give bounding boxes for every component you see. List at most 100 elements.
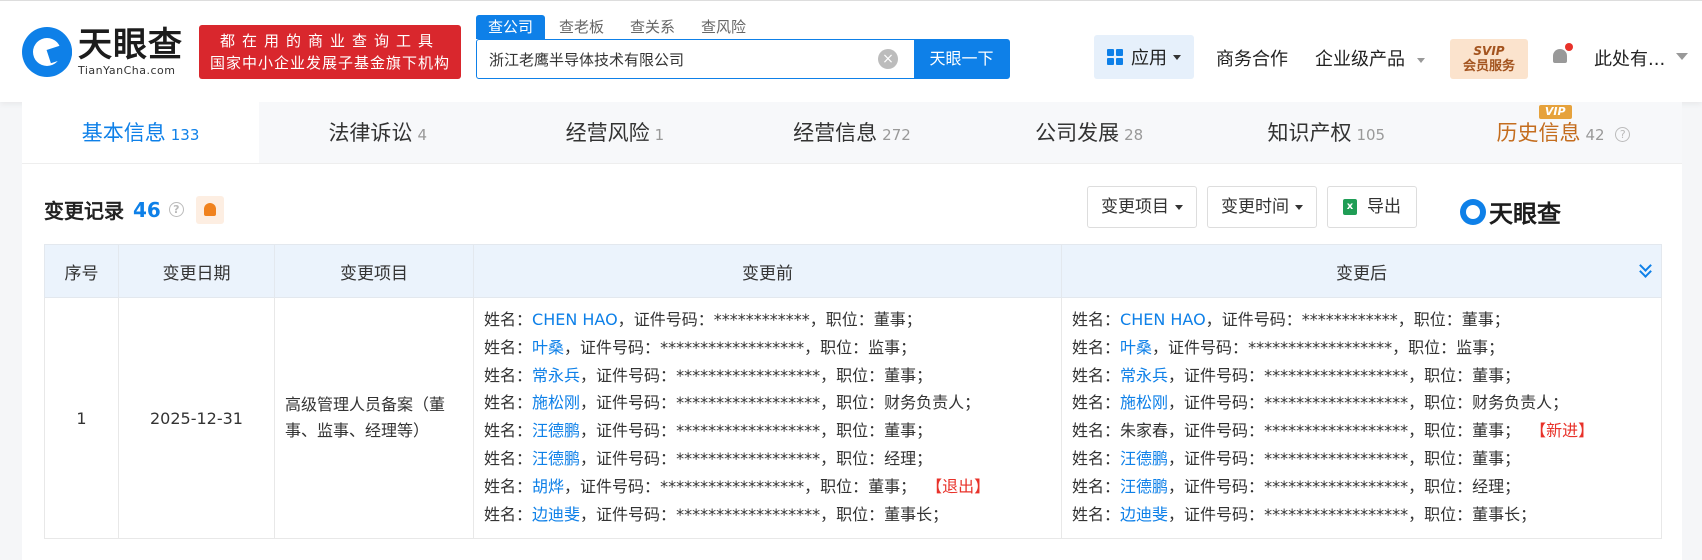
user-menu[interactable]: 此处有... <box>1594 45 1665 71</box>
id-label: 证件号码： <box>1168 337 1249 357</box>
position-label: 职位： <box>836 365 885 385</box>
tab-development[interactable]: 公司发展 28 <box>971 102 1208 163</box>
position-value: 监事 <box>868 337 901 357</box>
person-name-link[interactable]: 施松刚 <box>1120 393 1168 412</box>
person-name-link[interactable]: 施松刚 <box>532 393 580 412</box>
name-label: 姓名： <box>484 421 533 441</box>
person-name-link[interactable]: CHEN HAO <box>532 310 618 329</box>
person-name-link[interactable]: 叶桑 <box>1120 338 1152 357</box>
person-entry: 姓名：CHEN HAO，证件号码：************，职位：董事； <box>1072 310 1510 329</box>
expand-icon[interactable] <box>1639 259 1653 278</box>
business-cooperation-link[interactable]: 商务合作 <box>1216 45 1288 71</box>
enterprise-products-menu[interactable]: 企业级产品 <box>1315 45 1425 71</box>
position-label: 职位： <box>836 393 885 413</box>
person-name-link[interactable]: 汪德鹏 <box>532 421 580 440</box>
search-button[interactable]: 天眼一下 <box>914 40 1009 78</box>
id-label: 证件号码： <box>596 365 677 385</box>
record-count: 46 <box>133 197 161 222</box>
person-name-link[interactable]: 汪德鹏 <box>532 449 580 468</box>
search-tab-relation[interactable]: 查关系 <box>618 15 687 39</box>
help-icon[interactable]: ? <box>1615 126 1631 142</box>
tab-legal[interactable]: 法律诉讼 4 <box>259 102 496 163</box>
position-value: 董事 <box>884 421 917 441</box>
vip-badge: VIP <box>1538 105 1572 119</box>
chevron-down-icon[interactable] <box>1676 53 1688 61</box>
row-date: 2025-12-31 <box>118 296 275 540</box>
search-tab-risk[interactable]: 查风险 <box>689 15 758 39</box>
position-label: 职位： <box>1424 421 1473 441</box>
header-index: 序号 <box>44 244 119 298</box>
id-number: ****************** <box>1264 365 1409 385</box>
brand-logo-icon <box>1460 198 1486 225</box>
position-label: 职位： <box>1424 393 1473 413</box>
id-number: ****************** <box>676 448 821 468</box>
slogan-banner: 都在用的商业查询工具 国家中小企业发展子基金旗下机构 <box>199 25 461 79</box>
tab-basic-info[interactable]: 基本信息 133 <box>22 102 260 163</box>
id-number: ****************** <box>1264 393 1409 413</box>
tab-operating-risk[interactable]: 经营风险 1 <box>496 102 733 163</box>
grid-icon <box>1107 49 1123 65</box>
id-number: ****************** <box>1248 337 1393 357</box>
position-value: 董事长 <box>1472 504 1521 524</box>
person-entry: 姓名：边迪斐，证件号码：******************，职位：董事长； <box>484 504 949 524</box>
search-input[interactable] <box>477 40 878 78</box>
position-label: 职位： <box>1408 337 1457 357</box>
id-number: ****************** <box>1264 504 1409 524</box>
header-before: 变更前 <box>473 244 1062 298</box>
person-name-link[interactable]: CHEN HAO <box>1120 310 1206 329</box>
help-icon[interactable]: ? <box>168 202 184 217</box>
tab-history[interactable]: VIP 历史信息 42 ? <box>1445 102 1682 163</box>
id-label: 证件号码： <box>1184 421 1265 441</box>
id-label: 证件号码： <box>596 393 677 413</box>
person-name-link[interactable]: 汪德鹏 <box>1120 477 1168 496</box>
id-label: 证件号码： <box>580 476 661 496</box>
person-name-link[interactable]: 叶桑 <box>532 338 564 357</box>
logo-text: 天眼查 <box>78 25 183 65</box>
search-tab-company[interactable]: 查公司 <box>476 15 546 39</box>
name-label: 姓名： <box>1072 337 1121 357</box>
id-label: 证件号码： <box>1184 393 1265 413</box>
logo-icon <box>22 27 72 77</box>
person-name-link[interactable]: 常永兵 <box>532 366 580 385</box>
logo[interactable]: 天眼查 TianYanCha.com <box>22 27 183 77</box>
position-value: 董事 <box>873 310 906 329</box>
apps-label: 应用 <box>1131 48 1167 69</box>
person-name-link[interactable]: 胡烨 <box>532 477 564 496</box>
id-label: 证件号码： <box>1221 310 1302 329</box>
position-value: 董事 <box>1472 365 1505 385</box>
filter-change-item[interactable]: 变更项目 <box>1087 186 1197 228</box>
enterprise-products-label: 企业级产品 <box>1315 49 1405 70</box>
id-number: ****************** <box>676 421 821 441</box>
person-entry: 姓名：常永兵，证件号码：******************，职位：董事； <box>484 365 933 385</box>
person-name-link[interactable]: 边迪斐 <box>532 505 580 524</box>
person-name-link[interactable]: 边迪斐 <box>1120 505 1168 524</box>
row-before-list: 姓名：CHEN HAO，证件号码：************，职位：董事； 姓名：叶… <box>473 296 1062 540</box>
notification-bell-icon[interactable] <box>1551 43 1573 65</box>
filter-change-time[interactable]: 变更时间 <box>1207 186 1317 228</box>
export-button[interactable]: x 导出 <box>1327 186 1417 228</box>
person-entry: 姓名：施松刚，证件号码：******************，职位：财务负责人； <box>484 393 981 413</box>
tab-operating-info[interactable]: 经营信息 272 <box>733 102 970 163</box>
tab-ip[interactable]: 知识产权 105 <box>1208 102 1445 163</box>
apps-menu-button[interactable]: 应用 <box>1094 35 1194 79</box>
name-label: 姓名： <box>484 337 533 357</box>
change-records-table: 序号 变更日期 变更项目 变更前 变更后 1 2025-12-31 高级管理人员… <box>44 244 1662 540</box>
name-label: 姓名： <box>1072 504 1121 524</box>
person-name-link[interactable]: 常永兵 <box>1120 366 1168 385</box>
position-value: 财务负责人 <box>1472 393 1553 413</box>
clear-icon[interactable]: × <box>878 49 898 69</box>
person-name-link[interactable]: 汪德鹏 <box>1120 449 1168 468</box>
chevron-down-icon <box>1175 204 1183 210</box>
person-entry: 姓名：施松刚，证件号码：******************，职位：财务负责人； <box>1072 393 1569 413</box>
svip-member-button[interactable]: SVIP 会员服务 <box>1450 39 1528 79</box>
id-label: 证件号码： <box>580 337 661 357</box>
subscribe-bell-button[interactable] <box>195 195 224 224</box>
search-box: × 天眼一下 <box>476 39 1010 79</box>
search-tab-boss[interactable]: 查老板 <box>547 15 616 39</box>
position-value: 董事 <box>884 365 917 385</box>
position-label: 职位： <box>1413 310 1462 329</box>
name-label: 姓名： <box>484 476 533 496</box>
id-label: 证件号码： <box>1184 504 1265 524</box>
name-label: 姓名： <box>484 365 533 385</box>
table-row: 1 2025-12-31 高级管理人员备案（董事、监事、经理等） 姓名：CHEN… <box>44 296 1662 540</box>
